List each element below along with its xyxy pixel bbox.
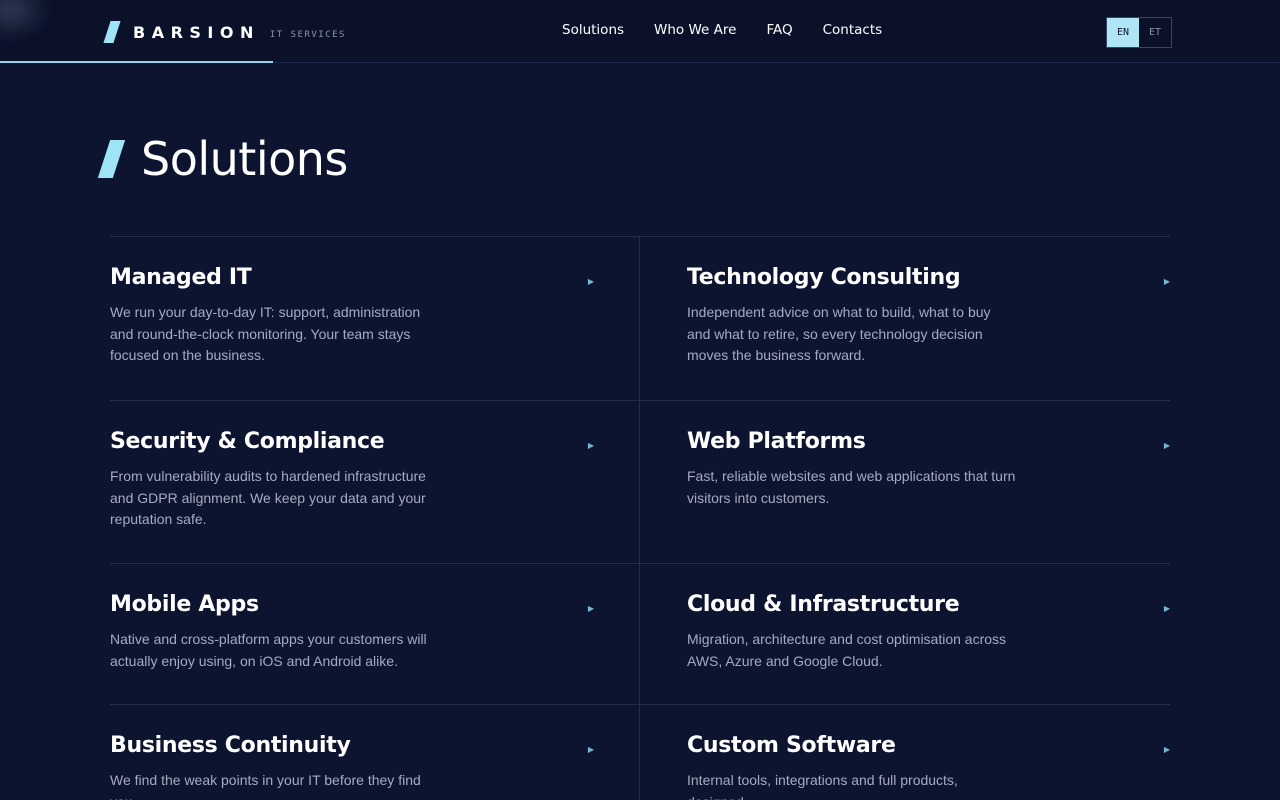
card-title: Business Continuity (110, 733, 351, 758)
solution-card-cloud-infrastructure[interactable]: Cloud & Infrastructure Migration, archit… (640, 564, 1170, 704)
card-description: Native and cross-platform apps your cust… (110, 631, 427, 669)
header-glow (0, 0, 50, 40)
slash-mark-icon (97, 140, 126, 178)
card-title: Cloud & Infrastructure (687, 592, 960, 617)
card-description: From vulnerability audits to hardened in… (110, 468, 426, 527)
logo[interactable]: BARSION IT SERVICES (103, 20, 346, 44)
nav-item-faq[interactable]: FAQ (766, 22, 792, 38)
card-description: We run your day-to-day IT: support, admi… (110, 304, 421, 363)
triangle-right-icon: ▶ (587, 745, 594, 754)
slash-mark-icon (103, 21, 121, 43)
card-title: Managed IT (110, 265, 252, 290)
solutions-row: Mobile Apps Native and cross-platform ap… (110, 564, 1170, 705)
solution-card-mobile-apps[interactable]: Mobile Apps Native and cross-platform ap… (110, 564, 640, 704)
solutions-grid: Managed IT We run your day-to-day IT: su… (110, 236, 1170, 800)
card-title: Security & Compliance (110, 429, 385, 454)
card-title: Web Platforms (687, 429, 866, 454)
card-description: We find the weak points in your IT befor… (110, 772, 421, 800)
lang-en-button[interactable]: EN (1107, 18, 1139, 47)
card-title: Custom Software (687, 733, 896, 758)
solution-card-technology-consulting[interactable]: Technology Consulting Independent advice… (640, 237, 1170, 400)
triangle-right-icon: ▶ (587, 441, 594, 450)
solutions-row: Managed IT We run your day-to-day IT: su… (110, 237, 1170, 401)
site-header: BARSION IT SERVICES Solutions Who We Are… (0, 0, 1280, 63)
scroll-progress-bar (0, 61, 273, 63)
triangle-right-icon: ▶ (1163, 441, 1170, 450)
solution-card-managed-it[interactable]: Managed IT We run your day-to-day IT: su… (110, 237, 640, 400)
solution-card-web-platforms[interactable]: Web Platforms Fast, reliable websites an… (640, 401, 1170, 563)
triangle-right-icon: ▶ (1163, 604, 1170, 613)
page-heading: Solutions (97, 132, 348, 186)
card-description: Independent advice on what to build, wha… (687, 304, 991, 363)
language-switcher: EN ET (1106, 17, 1172, 48)
solution-card-custom-software[interactable]: Custom Software Internal tools, integrat… (640, 705, 1170, 800)
lang-et-button[interactable]: ET (1139, 18, 1171, 47)
card-title: Technology Consulting (687, 265, 961, 290)
solution-card-security-compliance[interactable]: Security & Compliance From vulnerability… (110, 401, 640, 563)
card-title: Mobile Apps (110, 592, 259, 617)
brand-name: BARSION (133, 22, 260, 42)
solutions-row: Business Continuity We find the weak poi… (110, 705, 1170, 800)
card-description: Internal tools, integrations and full pr… (687, 772, 958, 800)
card-description: Fast, reliable websites and web applicat… (687, 468, 1016, 506)
nav-item-solutions[interactable]: Solutions (562, 22, 624, 38)
triangle-right-icon: ▶ (1163, 277, 1170, 286)
main-nav: Solutions Who We Are FAQ Contacts (562, 22, 912, 38)
nav-item-contacts[interactable]: Contacts (823, 22, 883, 38)
brand-tagline: IT SERVICES (269, 30, 346, 40)
solution-card-business-continuity[interactable]: Business Continuity We find the weak poi… (110, 705, 640, 800)
solutions-row: Security & Compliance From vulnerability… (110, 401, 1170, 564)
card-description: Migration, architecture and cost optimis… (687, 631, 1007, 669)
triangle-right-icon: ▶ (587, 604, 594, 613)
triangle-right-icon: ▶ (587, 277, 594, 286)
page-title: Solutions (141, 132, 348, 186)
nav-item-who-we-are[interactable]: Who We Are (654, 22, 736, 38)
triangle-right-icon: ▶ (1163, 745, 1170, 754)
